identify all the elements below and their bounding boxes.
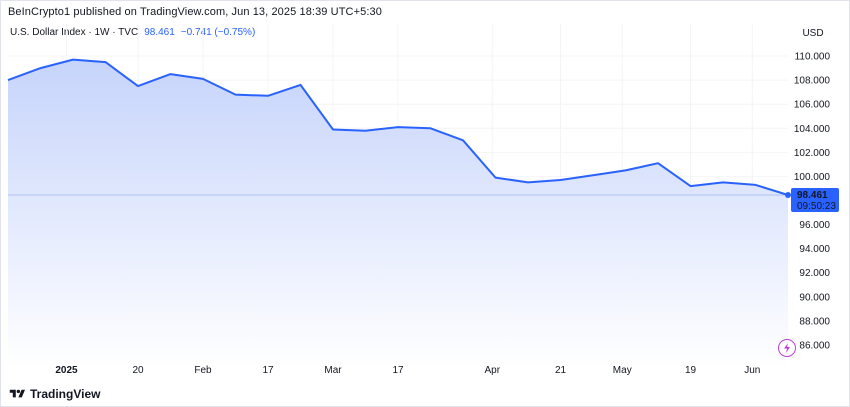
y-tick-label: 94.000 [799,244,830,255]
y-tick-label: 108.000 [794,76,831,87]
y-tick-label: 106.000 [794,100,831,111]
x-tick-label: Jun [744,365,760,376]
x-tick-label: Mar [324,365,342,376]
tradingview-logo-icon [9,389,25,398]
y-tick-label: 110.000 [795,52,831,63]
x-tick-label: 21 [555,365,567,376]
x-tick-label: 19 [685,365,697,376]
y-tick-label: 92.000 [799,268,830,279]
x-tick-label: 20 [132,365,144,376]
x-tick-label: 2025 [55,365,78,376]
y-tick-label: 104.000 [794,124,831,135]
countdown-timer: 09:50:23 [797,201,836,212]
brand-name: TradingView [30,387,101,401]
y-tick-label: 102.000 [794,148,831,159]
x-tick-label: Apr [484,365,500,376]
x-tick-label: May [613,365,632,376]
lightning-icon [784,343,790,353]
last-price-label: 98.461 09:50:23 [791,187,839,212]
y-tick-label: 90.000 [799,292,830,303]
footer-brand[interactable]: TradingView [9,387,100,401]
price-chart[interactable]: 86.00088.00090.00092.00094.00096.00098.0… [0,0,850,407]
y-tick-label: 96.000 [799,220,830,231]
y-tick-label: 100.000 [794,172,831,183]
last-price-dot [785,191,791,198]
lightning-button[interactable] [778,339,796,357]
x-tick-label: 17 [392,365,404,376]
y-tick-label: 86.000 [799,340,830,351]
x-tick-label: Feb [194,365,212,376]
x-tick-label: 17 [262,365,274,376]
y-tick-label: 88.000 [799,316,830,327]
last-price-value: 98.461 [797,190,828,201]
